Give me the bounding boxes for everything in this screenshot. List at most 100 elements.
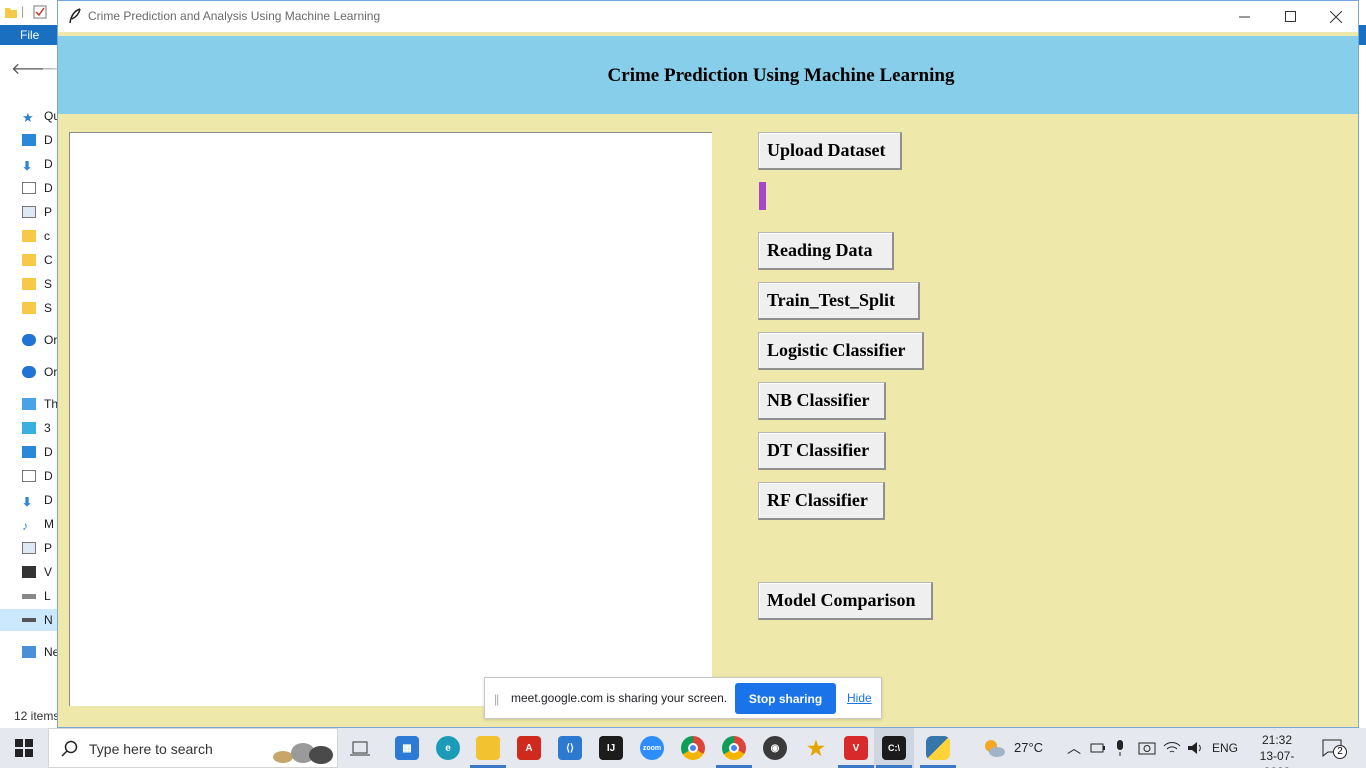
nav-item-quick-access[interactable]: ★ Qu [22,105,62,127]
nav-item-downloads[interactable]: ⬇ D [22,489,62,511]
maximize-button[interactable] [1267,1,1313,32]
nav-label: Or [44,365,58,379]
microphone-icon[interactable] [1114,740,1126,756]
nav-item-pictures[interactable]: P [22,537,62,559]
drag-handle-icon[interactable]: || [494,692,499,706]
nav-item-folder[interactable]: S [22,297,62,319]
nav-item-music[interactable]: ♪ M [22,513,62,535]
chevron-up-icon[interactable]: ︿ [1067,728,1081,768]
camera-icon[interactable] [1138,740,1156,756]
weather-temperature[interactable]: 27°C [1014,728,1043,768]
ribbon-strip [1358,25,1366,45]
network-icon [22,646,36,658]
system-clock[interactable]: 21:32 13-07-2023 [1250,732,1304,768]
window-title: Crime Prediction and Analysis Using Mach… [88,9,381,23]
star-app-icon[interactable]: ★ [804,736,828,760]
nav-item-local-disk[interactable]: L [22,585,62,607]
obs-icon[interactable]: ◉ [763,736,787,760]
nav-label: Th [44,397,59,411]
dt-classifier-button[interactable]: DT Classifier [758,432,886,470]
document-icon [22,470,36,482]
acrobat-icon[interactable]: A [517,736,541,760]
nav-label: L [44,589,51,603]
search-highlight-art [273,743,333,764]
microsoft-store-icon[interactable]: ▦ [395,736,419,760]
download-icon: ⬇ [22,159,33,173]
logistic-classifier-button[interactable]: Logistic Classifier [758,332,924,370]
start-button[interactable] [0,728,48,768]
nav-label: C [44,253,53,267]
app-header: Crime Prediction Using Machine Learning [58,36,1358,114]
chrome-icon[interactable] [681,736,705,760]
nav-label: P [44,205,53,219]
folder-icon [22,230,36,242]
v-app-icon[interactable]: V [844,736,868,760]
volume-icon[interactable] [1187,740,1203,756]
model-comparison-button[interactable]: Model Comparison [758,582,933,620]
intellij-icon[interactable]: IJ [599,736,623,760]
task-view-icon[interactable] [348,736,372,760]
nav-item-onedrive[interactable]: Or [22,329,62,351]
reading-data-button[interactable]: Reading Data [758,232,894,270]
cube-icon [22,422,36,434]
close-button[interactable] [1313,1,1359,32]
nav-item-desktop[interactable]: D [22,129,62,151]
status-item-count: 12 items [14,709,60,723]
nav-item-folder[interactable]: C [22,249,62,271]
nav-item-folder[interactable]: S [22,273,62,295]
vscode-icon[interactable]: ⟨⟩ [558,736,582,760]
output-text-area[interactable] [69,132,712,706]
nav-item-network[interactable]: Ne [22,641,62,663]
edge-browser-icon[interactable]: e [436,736,460,760]
nav-item-3d-objects[interactable]: 3 [22,417,62,439]
taskbar-search-box[interactable]: Type here to search [48,728,338,768]
command-prompt-icon[interactable]: C:\ [882,736,906,760]
nav-label: D [44,445,53,459]
upload-dataset-button[interactable]: Upload Dataset [758,132,902,170]
download-icon: ⬇ [22,495,33,509]
nav-label: S [44,277,53,291]
page-title: Crime Prediction Using Machine Learning [607,65,955,86]
nav-item-documents[interactable]: D [22,177,62,199]
folder-icon[interactable] [4,5,18,19]
chrome-icon[interactable] [722,736,746,760]
title-bar[interactable]: Crime Prediction and Analysis Using Mach… [58,1,1358,32]
nav-item-pictures[interactable]: P [22,201,62,223]
nav-item-videos[interactable]: V [22,561,62,583]
file-menu-tab[interactable]: File [0,25,58,45]
nb-classifier-button[interactable]: NB Classifier [758,382,886,420]
nav-label: c [44,229,50,243]
nav-label: P [44,541,53,555]
stop-sharing-button[interactable]: Stop sharing [735,683,836,714]
properties-icon[interactable] [33,5,47,19]
nav-item-this-pc[interactable]: Th [22,393,62,415]
nav-item-folder[interactable]: c [22,225,62,247]
nav-item-onedrive[interactable]: Or [22,361,62,383]
nav-item-drive-selected[interactable]: N [0,609,60,631]
weather-icon[interactable] [982,736,1006,760]
pictures-icon [22,542,36,554]
rf-classifier-button[interactable]: RF Classifier [758,482,885,520]
battery-icon[interactable] [1090,741,1106,755]
nav-label: 3 [44,421,51,435]
app-window: Crime Prediction and Analysis Using Mach… [57,0,1359,728]
nav-item-desktop[interactable]: D [22,441,62,463]
nav-label: V [44,565,53,579]
taskbar: Type here to search ▦ e A ⟨⟩ IJ zoom ◉ ★… [0,728,1366,768]
notification-count-badge: 2 [1333,745,1347,759]
python-icon[interactable] [926,736,950,760]
train-test-split-button[interactable]: Train_Test_Split [758,282,920,320]
clock-time: 21:32 [1261,733,1293,747]
nav-item-downloads[interactable]: ⬇ D [22,153,62,175]
windows-logo-icon [15,739,33,757]
folder-icon [22,254,36,266]
nav-item-documents[interactable]: D [22,465,62,487]
file-explorer-icon[interactable] [476,736,500,760]
hide-link[interactable]: Hide [847,691,872,705]
zoom-icon[interactable]: zoom [640,736,664,760]
nav-label: S [44,301,53,315]
wifi-icon[interactable] [1163,740,1181,756]
clock-date: 13-07-2023 [1259,749,1295,768]
minimize-button[interactable] [1221,1,1267,32]
language-indicator[interactable]: ENG [1212,728,1238,768]
